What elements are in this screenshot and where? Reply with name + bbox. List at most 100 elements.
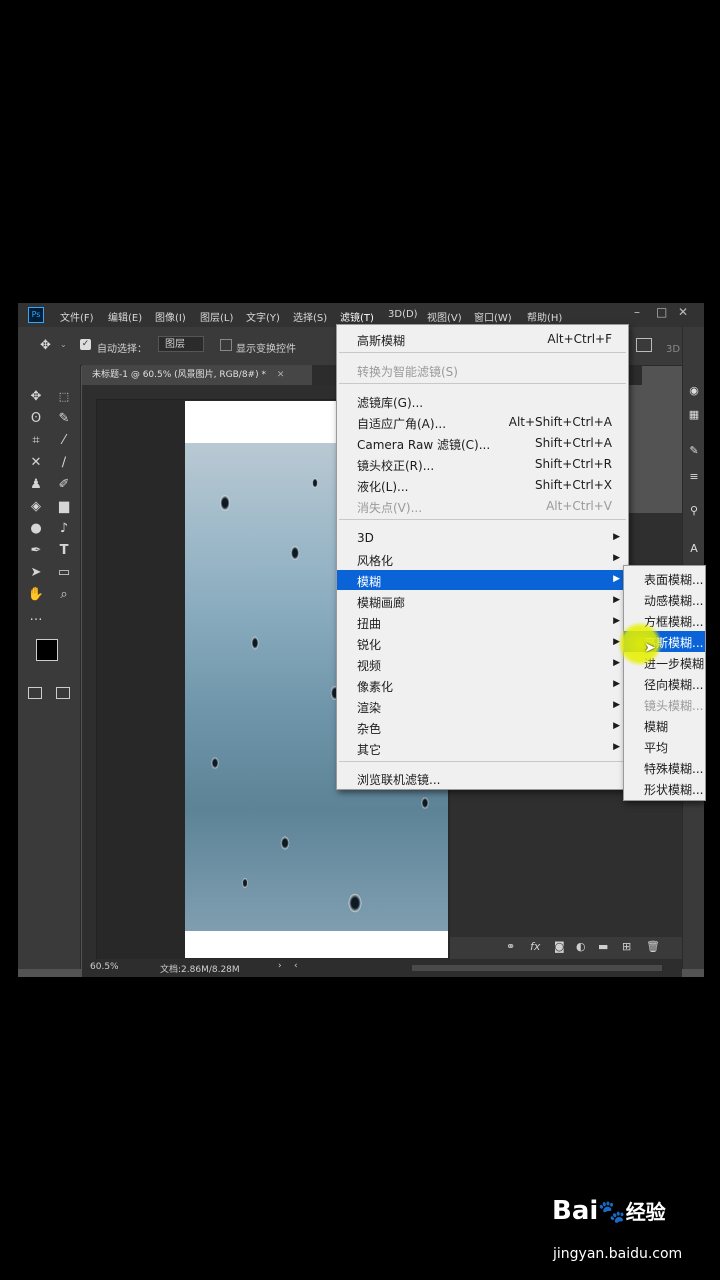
adjustments-panel-icon[interactable]: ≡ [686, 469, 702, 485]
menu-layer[interactable]: 图层(L) [200, 309, 233, 324]
menu-item-lens-correction[interactable]: 镜头校正(R)... Shift+Ctrl+R [337, 454, 628, 474]
pen-tool-icon[interactable]: ✒ [26, 541, 46, 561]
chevron-left-icon[interactable]: ‹ [294, 961, 298, 971]
workspace-icon[interactable] [636, 338, 652, 352]
show-transform-checkbox[interactable] [220, 339, 232, 351]
tools-panel: ✥ ⬚ ʘ ✎ ⌗ ⁄ ✕ ∕ ♟ ✐ ◈ ▆ ● ♪ ✒ T ➤ ▭ ✋ ⌕ … [18, 365, 81, 969]
menu-type[interactable]: 文字(Y) [246, 309, 280, 324]
menu-item-camera-raw[interactable]: Camera Raw 滤镜(C)... Shift+Ctrl+A [337, 433, 628, 453]
menu-item-other[interactable]: 其它 ▶ [337, 738, 628, 758]
menu-item-blur[interactable]: 模糊 ▶ [337, 570, 628, 590]
submenu-item-surface-blur[interactable]: 表面模糊... [624, 568, 705, 589]
menu-window[interactable]: 窗口(W) [474, 309, 512, 324]
brush-tool-icon[interactable]: ∕ [54, 453, 74, 473]
character-panel-icon[interactable]: A [686, 541, 702, 557]
eyedropper-tool-icon[interactable]: ⁄ [54, 431, 74, 451]
menu-item-browse-online-filters[interactable]: 浏览联机滤镜... [337, 768, 628, 788]
move-tool-icon[interactable]: ✥ [40, 338, 51, 353]
minimize-icon[interactable]: – [634, 305, 640, 319]
fx-icon[interactable]: fx [530, 940, 540, 953]
menu-image[interactable]: 图像(I) [155, 309, 186, 324]
healing-brush-tool-icon[interactable]: ✕ [26, 453, 46, 473]
new-layer-icon[interactable]: ⊞ [622, 940, 631, 953]
brush-panel-icon[interactable]: ✎ [686, 443, 702, 459]
auto-select-checkbox[interactable]: ✓ [80, 339, 91, 350]
menu-item-noise[interactable]: 杂色 ▶ [337, 717, 628, 737]
menu-item-liquify[interactable]: 液化(L)... Shift+Ctrl+X [337, 475, 628, 495]
add-mask-icon[interactable]: ◙ [554, 940, 565, 953]
show-transform-label: 显示变换控件 [236, 344, 296, 355]
move-tool-icon[interactable]: ✥ [26, 387, 46, 407]
screen-mode-icon[interactable] [56, 687, 70, 699]
menu-item-vanishing-point: 消失点(V)... Alt+Ctrl+V [357, 499, 612, 515]
foreground-color-swatch[interactable] [36, 639, 58, 661]
submenu-arrow-icon: ▶ [613, 679, 620, 689]
zoom-tool-icon[interactable]: ⌕ [54, 585, 74, 605]
type-tool-icon[interactable]: T [54, 541, 74, 561]
eraser-tool-icon[interactable]: ◈ [26, 497, 46, 517]
menu-3d[interactable]: 3D(D) [388, 309, 418, 320]
document-tab[interactable]: 未标题-1 @ 60.5% (风景图片, RGB/8#) * ✕ [82, 365, 312, 385]
menu-item-sharpen[interactable]: 锐化 ▶ [337, 633, 628, 653]
maximize-icon[interactable]: □ [656, 305, 667, 319]
menu-filter[interactable]: 滤镜(T) [340, 309, 374, 324]
menu-file[interactable]: 文件(F) [60, 309, 94, 324]
submenu-item-radial-blur[interactable]: 径向模糊... [624, 673, 705, 694]
quick-select-tool-icon[interactable]: ✎ [54, 409, 74, 429]
submenu-arrow-icon: ▶ [613, 721, 620, 731]
menu-item-distort[interactable]: 扭曲 ▶ [337, 612, 628, 632]
rectangle-tool-icon[interactable]: ▭ [54, 563, 74, 583]
menu-select[interactable]: 选择(S) [293, 309, 327, 324]
more-tools-icon[interactable]: … [26, 607, 46, 627]
crop-tool-icon[interactable]: ⌗ [26, 431, 46, 451]
close-icon[interactable]: ✕ [678, 305, 688, 319]
menu-item-video[interactable]: 视频 ▶ [337, 654, 628, 674]
menu-item-pixelate[interactable]: 像素化 ▶ [337, 675, 628, 695]
chevron-down-icon[interactable]: ⌄ [60, 340, 67, 349]
submenu-item-motion-blur[interactable]: 动感模糊... [624, 589, 705, 610]
auto-select-dropdown[interactable]: 图层 [158, 336, 204, 352]
color-panel-icon[interactable]: ◉ [686, 383, 702, 399]
swatches-panel-icon[interactable]: ▦ [686, 407, 702, 423]
dodge-tool-icon[interactable]: ♪ [54, 519, 74, 539]
chevron-right-icon[interactable]: › [278, 961, 282, 971]
horizontal-scrollbar[interactable] [412, 965, 662, 971]
lasso-tool-icon[interactable]: ʘ [26, 409, 46, 429]
quick-mask-icon[interactable] [28, 687, 42, 699]
path-select-tool-icon[interactable]: ➤ [26, 563, 46, 583]
document-info: 文档:2.86M/8.28M [160, 965, 240, 975]
blur-tool-icon[interactable]: ● [26, 519, 46, 539]
menu-item-adaptive-wide-angle[interactable]: 自适应广角(A)... Alt+Shift+Ctrl+A [337, 412, 628, 432]
link-layers-icon[interactable]: ⚭ [506, 940, 515, 953]
history-brush-tool-icon[interactable]: ✐ [54, 475, 74, 495]
adjustment-layer-icon[interactable]: ◐ [576, 940, 586, 953]
menu-separator [339, 761, 626, 762]
menu-item-3d[interactable]: 3D ▶ [337, 528, 628, 548]
menu-item-render[interactable]: 渲染 ▶ [337, 696, 628, 716]
properties-panel-icon[interactable]: ⚲ [686, 503, 702, 519]
clone-stamp-tool-icon[interactable]: ♟ [26, 475, 46, 495]
zoom-level[interactable]: 60.5% [90, 962, 119, 972]
marquee-tool-icon[interactable]: ⬚ [54, 387, 74, 407]
gradient-tool-icon[interactable]: ▆ [54, 497, 74, 517]
menu-edit[interactable]: 编辑(E) [108, 309, 142, 324]
menu-item-blur-gallery[interactable]: 模糊画廊 ▶ [337, 591, 628, 611]
submenu-item-shape-blur[interactable]: 形状模糊... [624, 778, 705, 799]
menu-item-stylize[interactable]: 风格化 ▶ [337, 549, 628, 569]
auto-select-label: 自动选择： [97, 344, 147, 355]
group-folder-icon[interactable]: ▬ [598, 940, 608, 953]
menu-help[interactable]: 帮助(H) [527, 309, 562, 324]
submenu-item-blur[interactable]: 模糊 [624, 715, 705, 736]
menu-item-filter-gallery[interactable]: 滤镜库(G)... [337, 391, 628, 411]
submenu-arrow-icon: ▶ [613, 532, 620, 542]
menu-item-last-filter[interactable]: 高斯模糊 Alt+Ctrl+F [337, 329, 628, 349]
hand-tool-icon[interactable]: ✋ [26, 585, 46, 605]
tab-close-icon[interactable]: ✕ [277, 370, 285, 380]
menu-separator [339, 519, 626, 520]
submenu-item-average[interactable]: 平均 [624, 736, 705, 757]
trash-icon[interactable]: 🗑 [646, 940, 660, 953]
submenu-item-smart-blur[interactable]: 特殊模糊... [624, 757, 705, 778]
status-bar: 60.5% 文档:2.86M/8.28M › ‹ [82, 959, 682, 977]
menu-view[interactable]: 视图(V) [427, 309, 462, 324]
ps-logo-icon: Ps [28, 307, 44, 323]
